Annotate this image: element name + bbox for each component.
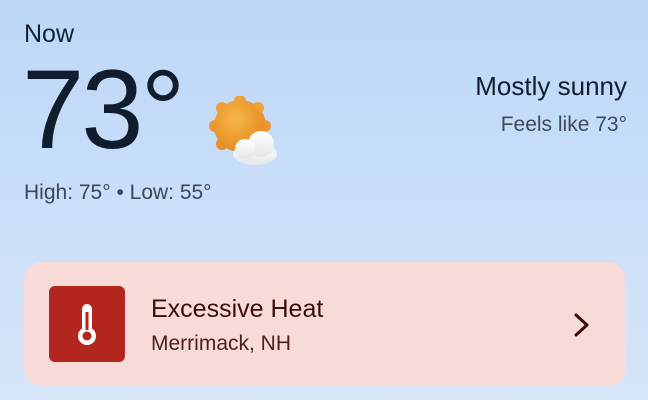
weather-condition: Mostly sunny <box>475 71 627 101</box>
thermometer-icon <box>49 286 125 362</box>
weather-alert-card[interactable]: Excessive Heat Merrimack, NH <box>24 262 626 386</box>
feels-like-temperature: Feels like 73° <box>500 113 627 136</box>
alert-title: Excessive Heat <box>151 295 324 323</box>
sun-behind-cloud-icon <box>203 95 281 168</box>
chevron-right-icon[interactable] <box>570 310 594 340</box>
high-low-temperature: High: 75° • Low: 55° <box>24 181 212 204</box>
current-temperature: 73° <box>22 47 185 172</box>
alert-location: Merrimack, NH <box>151 332 291 355</box>
now-label: Now <box>24 20 75 48</box>
